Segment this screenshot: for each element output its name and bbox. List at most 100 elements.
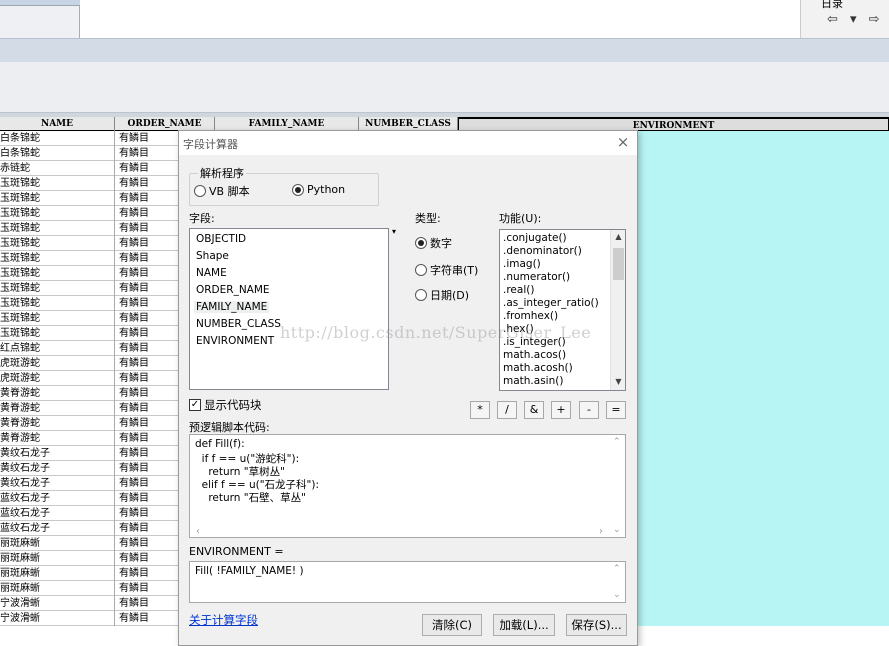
cell-environment[interactable] xyxy=(636,176,889,191)
parser-python-radio[interactable]: Python xyxy=(292,183,345,196)
cell-environment[interactable] xyxy=(636,371,889,386)
cell-environment[interactable] xyxy=(636,476,889,491)
operator-button[interactable]: = xyxy=(606,401,626,419)
cell-environment[interactable] xyxy=(636,461,889,476)
scroll-up-icon[interactable]: ▲ xyxy=(613,232,624,243)
cell-order-name[interactable]: 有鳞目 xyxy=(115,311,178,326)
cell-name[interactable]: 玉斑锦蛇 xyxy=(0,281,115,296)
type-date-radio[interactable]: 日期(D) xyxy=(415,287,469,303)
cell-environment[interactable] xyxy=(636,551,889,566)
cell-name[interactable]: 虎斑游蛇 xyxy=(0,371,115,386)
cell-order-name[interactable]: 有鳞目 xyxy=(115,581,178,596)
cell-name[interactable]: 玉斑锦蛇 xyxy=(0,206,115,221)
close-icon[interactable]: × xyxy=(615,134,631,150)
cell-name[interactable]: 蓝纹石龙子 xyxy=(0,491,115,506)
scroll-down-icon[interactable]: ⌄ xyxy=(613,590,621,600)
field-item[interactable]: OBJECTID xyxy=(196,233,246,245)
cell-name[interactable]: 玉斑锦蛇 xyxy=(0,266,115,281)
cell-name[interactable]: 黄纹石龙子 xyxy=(0,446,115,461)
type-number-radio[interactable]: 数字 xyxy=(415,235,452,251)
cell-order-name[interactable]: 有鳞目 xyxy=(115,506,178,521)
parser-vb-radio[interactable]: VB 脚本 xyxy=(194,183,250,199)
cell-order-name[interactable]: 有鳞目 xyxy=(115,221,178,236)
cell-name[interactable]: 黄脊游蛇 xyxy=(0,416,115,431)
cell-name[interactable]: 丽斑麻蜥 xyxy=(0,551,115,566)
cell-name[interactable]: 蓝纹石龙子 xyxy=(0,521,115,536)
cell-environment[interactable] xyxy=(636,386,889,401)
function-item[interactable]: .fromhex() xyxy=(503,310,558,322)
cell-environment[interactable] xyxy=(636,131,889,146)
cell-order-name[interactable]: 有鳞目 xyxy=(115,596,178,611)
codeblock-editor[interactable]: ⌃ ⌄ ‹ › def Fill(f): if f == u("游蛇科"): ret… xyxy=(189,434,626,538)
codeblock-vscroll[interactable]: ⌃ ⌄ xyxy=(610,435,625,537)
cell-name[interactable]: 宁波滑蜥 xyxy=(0,596,115,611)
cell-environment[interactable] xyxy=(636,146,889,161)
cell-environment[interactable] xyxy=(636,611,889,626)
cell-order-name[interactable]: 有鳞目 xyxy=(115,146,178,161)
cell-order-name[interactable]: 有鳞目 xyxy=(115,251,178,266)
operator-button[interactable]: * xyxy=(470,401,490,419)
cell-name[interactable]: 玉斑锦蛇 xyxy=(0,251,115,266)
scroll-up-icon[interactable]: ⌃ xyxy=(613,564,621,574)
type-string-radio[interactable]: 字符串(T) xyxy=(415,262,478,278)
operator-button[interactable]: - xyxy=(579,401,599,419)
show-codeblock-checkbox[interactable]: ✓ 显示代码块 xyxy=(189,397,262,413)
function-item[interactable]: math.acosh() xyxy=(503,362,573,374)
cell-order-name[interactable]: 有鳞目 xyxy=(115,266,178,281)
cell-name[interactable]: 宁波滑蜥 xyxy=(0,611,115,626)
cell-name[interactable]: 白条锦蛇 xyxy=(0,146,115,161)
codeblock-hscroll[interactable]: ‹ › xyxy=(190,524,625,537)
function-item[interactable]: .real() xyxy=(503,284,534,296)
expression-editor[interactable]: Fill( !FAMILY_NAME! ) ⌃ ⌄ xyxy=(189,561,626,603)
cell-environment[interactable] xyxy=(636,221,889,236)
cell-environment[interactable] xyxy=(636,266,889,281)
toc-cell[interactable] xyxy=(0,0,80,6)
functions-scrollbar[interactable]: ▲ ▼ xyxy=(610,230,625,390)
cell-name[interactable]: 黄脊游蛇 xyxy=(0,401,115,416)
column-header-name[interactable]: NAME xyxy=(0,117,115,131)
cell-order-name[interactable]: 有鳞目 xyxy=(115,371,178,386)
column-header-order-name[interactable]: ORDER_NAME xyxy=(115,117,215,131)
cell-order-name[interactable]: 有鳞目 xyxy=(115,296,178,311)
cell-name[interactable]: 黄纹石龙子 xyxy=(0,476,115,491)
functions-list[interactable]: math.asin() math.acosh() math.acos() .is_in… xyxy=(499,229,626,391)
cell-environment[interactable] xyxy=(636,326,889,341)
cell-name[interactable]: 玉斑锦蛇 xyxy=(0,176,115,191)
load-button[interactable]: 加载(L)... xyxy=(493,614,555,636)
cell-name[interactable]: 丽斑麻蜥 xyxy=(0,581,115,596)
cell-environment[interactable] xyxy=(636,401,889,416)
function-item[interactable]: .as_integer_ratio() xyxy=(503,297,599,309)
cell-order-name[interactable]: 有鳞目 xyxy=(115,386,178,401)
save-button[interactable]: 保存(S)... xyxy=(566,614,627,636)
function-item[interactable]: .imag() xyxy=(503,258,541,270)
cell-environment[interactable] xyxy=(636,416,889,431)
cell-environment[interactable] xyxy=(636,521,889,536)
cell-environment[interactable] xyxy=(636,191,889,206)
list-dropdown-icon[interactable]: ▾ xyxy=(392,227,396,236)
cell-environment[interactable] xyxy=(636,341,889,356)
cell-environment[interactable] xyxy=(636,236,889,251)
field-item[interactable]: ORDER_NAME xyxy=(196,284,270,296)
scroll-thumb[interactable] xyxy=(613,248,624,280)
cell-order-name[interactable]: 有鳞目 xyxy=(115,491,178,506)
cell-environment[interactable] xyxy=(636,296,889,311)
cell-order-name[interactable]: 有鳞目 xyxy=(115,476,178,491)
cell-name[interactable]: 赤链蛇 xyxy=(0,161,115,176)
cell-environment[interactable] xyxy=(636,566,889,581)
field-item[interactable]: FAMILY_NAME xyxy=(194,301,270,313)
function-item[interactable]: .numerator() xyxy=(503,271,570,283)
function-item[interactable]: math.acos() xyxy=(503,349,566,361)
cell-environment[interactable] xyxy=(636,581,889,596)
function-item[interactable]: .conjugate() xyxy=(503,232,567,244)
cell-order-name[interactable]: 有鳞目 xyxy=(115,551,178,566)
cell-order-name[interactable]: 有鳞目 xyxy=(115,191,178,206)
function-item[interactable]: .denominator() xyxy=(503,245,582,257)
operator-button[interactable]: / xyxy=(497,401,517,419)
cell-environment[interactable] xyxy=(636,536,889,551)
cell-order-name[interactable]: 有鳞目 xyxy=(115,611,178,626)
operator-button[interactable]: & xyxy=(524,401,544,419)
field-item[interactable]: NAME xyxy=(196,267,227,279)
field-item[interactable]: NUMBER_CLASS xyxy=(196,318,281,330)
cell-order-name[interactable]: 有鳞目 xyxy=(115,161,178,176)
cell-name[interactable]: 虎斑游蛇 xyxy=(0,356,115,371)
